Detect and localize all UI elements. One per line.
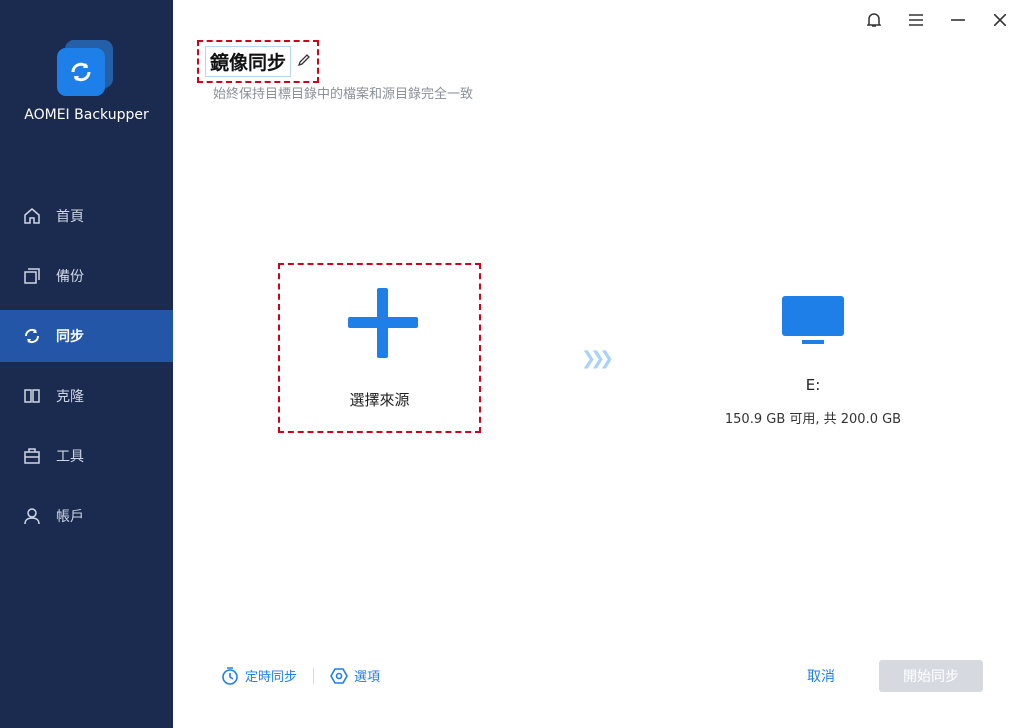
sidebar-item-label: 克隆: [56, 389, 84, 405]
sidebar-item-label: 工具: [56, 449, 84, 465]
divider: [313, 667, 315, 684]
page-subtitle: 始終保持目標目錄中的檔案和源目錄完全一致: [213, 87, 474, 102]
sidebar-item-label: 同步: [56, 329, 84, 345]
sidebar: AOMEI Backupper 首頁 備份 同步 克隆 工具 帳戶: [0, 0, 173, 728]
sidebar-item-home[interactable]: 首頁: [0, 190, 173, 242]
chevrons-right-icon: ❯❯❯: [581, 348, 614, 369]
schedule-sync-label: 定時同步: [245, 670, 298, 685]
tools-icon: [22, 446, 42, 466]
main-panel: 鏡像同步 始終保持目標目錄中的檔案和源目錄完全一致 選擇來源 ❯❯❯ E: 15…: [173, 0, 1024, 728]
account-icon: [22, 506, 42, 526]
monitor-icon: [782, 296, 844, 348]
home-icon: [22, 206, 42, 226]
bell-icon[interactable]: [862, 8, 886, 32]
settings-hexagon-icon: [330, 667, 348, 684]
sidebar-nav: 首頁 備份 同步 克隆 工具 帳戶: [0, 190, 173, 550]
window-controls: [862, 8, 1012, 32]
options-label: 選項: [354, 670, 381, 685]
schedule-sync-button[interactable]: 定時同步: [221, 666, 297, 685]
sidebar-item-label: 首頁: [56, 209, 84, 225]
select-source-button[interactable]: 選擇來源: [278, 263, 481, 433]
minimize-icon[interactable]: [946, 8, 970, 32]
page-title[interactable]: 鏡像同步: [205, 46, 292, 77]
app-name: AOMEI Backupper: [24, 107, 149, 123]
edit-pencil-icon[interactable]: [297, 52, 311, 71]
sidebar-item-clone[interactable]: 克隆: [0, 370, 173, 422]
close-icon[interactable]: [988, 8, 1012, 32]
destination-space: 150.9 GB 可用, 共 200.0 GB: [724, 412, 902, 427]
clock-icon: [222, 666, 238, 685]
sidebar-item-label: 帳戶: [56, 509, 84, 525]
sync-logo-icon: [71, 62, 91, 82]
sync-icon: [22, 326, 42, 346]
menu-icon[interactable]: [904, 8, 928, 32]
sidebar-item-sync[interactable]: 同步: [0, 310, 173, 362]
bottom-options: 定時同步 選項: [221, 666, 380, 685]
clone-icon: [22, 386, 42, 406]
start-sync-button[interactable]: 開始同步: [879, 660, 983, 692]
destination-area[interactable]: E: 150.9 GB 可用, 共 200.0 GB: [713, 296, 913, 427]
destination-name: E:: [805, 376, 821, 394]
title-area: 鏡像同步: [197, 40, 320, 83]
sidebar-item-account[interactable]: 帳戶: [0, 490, 173, 542]
sidebar-item-label: 備份: [56, 269, 84, 285]
options-button[interactable]: 選項: [330, 666, 380, 685]
sidebar-item-tools[interactable]: 工具: [0, 430, 173, 482]
cancel-button[interactable]: 取消: [793, 660, 849, 692]
sidebar-item-backup[interactable]: 備份: [0, 250, 173, 302]
backup-icon: [22, 266, 42, 286]
app-logo: [57, 40, 115, 98]
select-source-label: 選擇來源: [349, 391, 410, 409]
